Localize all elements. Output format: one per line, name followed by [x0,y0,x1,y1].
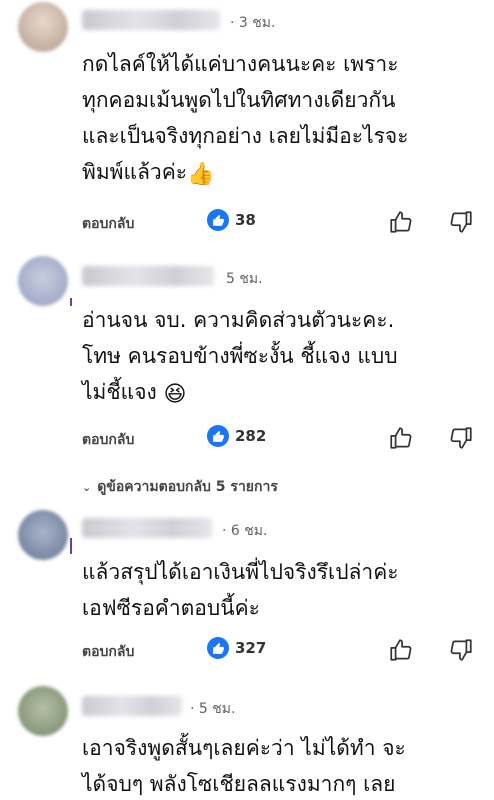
comment-line: ไม่ชี้แจง 😆 [82,374,482,413]
like-count: 38 [235,211,256,229]
comment-time: 5 ชม. [226,271,263,287]
thread-line [70,298,72,306]
thumbs-up-outline-icon[interactable] [388,637,414,663]
comment-line: ได้จบๆ พลังโซเชียลลแรงมากๆ เลย [82,772,396,796]
comment-line-text: ไม่ชี้แจง [82,380,157,404]
comment-time: · 5 ชม. [190,701,236,717]
comment-line: โทษ คนรอบข้างพี่ซะงั้น ชี้แจง แบบ [82,344,398,368]
reply-button[interactable]: ตอบกลับ [82,641,134,663]
comment-line: พิมพ์แล้วค่ะ👍 [82,154,482,193]
thumbs-up-outline-icon[interactable] [388,425,414,451]
thumbs-down-outline-icon[interactable] [448,425,474,451]
like-summary[interactable]: 327 [207,637,266,659]
commenter-name-blurred[interactable] [82,10,220,30]
like-summary[interactable]: 38 [207,209,256,231]
comment-time: · 3 ชม. [230,15,276,31]
commenter-name-blurred[interactable] [82,518,212,538]
comment-line: กดไลค์ให้ได้แค่บางคนนะคะ เพราะ [82,52,399,76]
avatar[interactable] [18,2,68,52]
thread-line [70,538,72,554]
chevron-down-icon: ⌄ [82,481,92,494]
comment-time: · 6 ชม. [222,523,268,539]
comment-line: ทุกคอมเม้นพูดไปในทิศทางเดียวกัน [82,88,396,112]
thumbs-down-outline-icon[interactable] [448,637,474,663]
view-replies-label: ดูข้อความตอบกลับ 5 รายการ [97,479,278,495]
like-count: 282 [235,427,267,445]
comment-actions: ตอบกลับ 327 [82,637,482,667]
thumbs-up-emoji-icon: 👍 [187,162,215,187]
like-count: 327 [235,639,267,657]
comment-text: กดไลค์ให้ได้แค่บางคนนะคะ เพราะ ทุกคอมเม้… [82,46,482,193]
reply-button[interactable]: ตอบกลับ [82,429,134,451]
thumbs-up-icon [207,637,229,659]
avatar[interactable] [18,686,68,736]
thumbs-up-icon [207,209,229,231]
comment-text: เอาจริงพูดสั้นๆเลยค่ะว่า ไม่ได้ทำ จะ ได้… [82,730,482,800]
comment-line: เอฟซีรอคำตอบนี้ค่ะ [82,596,260,620]
like-summary[interactable]: 282 [207,425,266,447]
thumbs-up-icon [207,425,229,447]
avatar[interactable] [18,256,68,306]
comment-line: แล้วสรุปได้เอาเงินพี่ไปจริงรึเปล่าค่ะ [82,560,399,584]
view-replies-link[interactable]: ⌄ ดูข้อความตอบกลับ 5 รายการ [82,476,278,498]
comment-text: อ่านจน จบ. ความคิดส่วนตัวนะคะ. โทษ คนรอบ… [82,302,482,413]
comment-line: เอาจริงพูดสั้นๆเลยค่ะว่า ไม่ได้ทำ จะ [82,736,406,760]
thumbs-down-outline-icon[interactable] [448,209,474,235]
thumbs-up-outline-icon[interactable] [388,209,414,235]
comment-line-text: พิมพ์แล้วค่ะ [82,160,188,184]
comment-line: และเป็นจริงทุกอย่าง เลยไม่มีอะไรจะ [82,124,409,148]
comment-actions: ตอบกลับ 282 [82,425,482,455]
laughing-emoji-icon: 😆 [163,382,187,407]
reply-button[interactable]: ตอบกลับ [82,213,134,235]
avatar[interactable] [18,510,68,560]
commenter-name-blurred[interactable] [82,696,182,716]
comment-actions: ตอบกลับ 38 [82,209,482,239]
comment-line: อ่านจน จบ. ความคิดส่วนตัวนะคะ. [82,308,395,332]
commenter-name-blurred[interactable] [82,266,214,286]
comment-text: แล้วสรุปได้เอาเงินพี่ไปจริงรึเปล่าค่ะ เอ… [82,554,482,626]
